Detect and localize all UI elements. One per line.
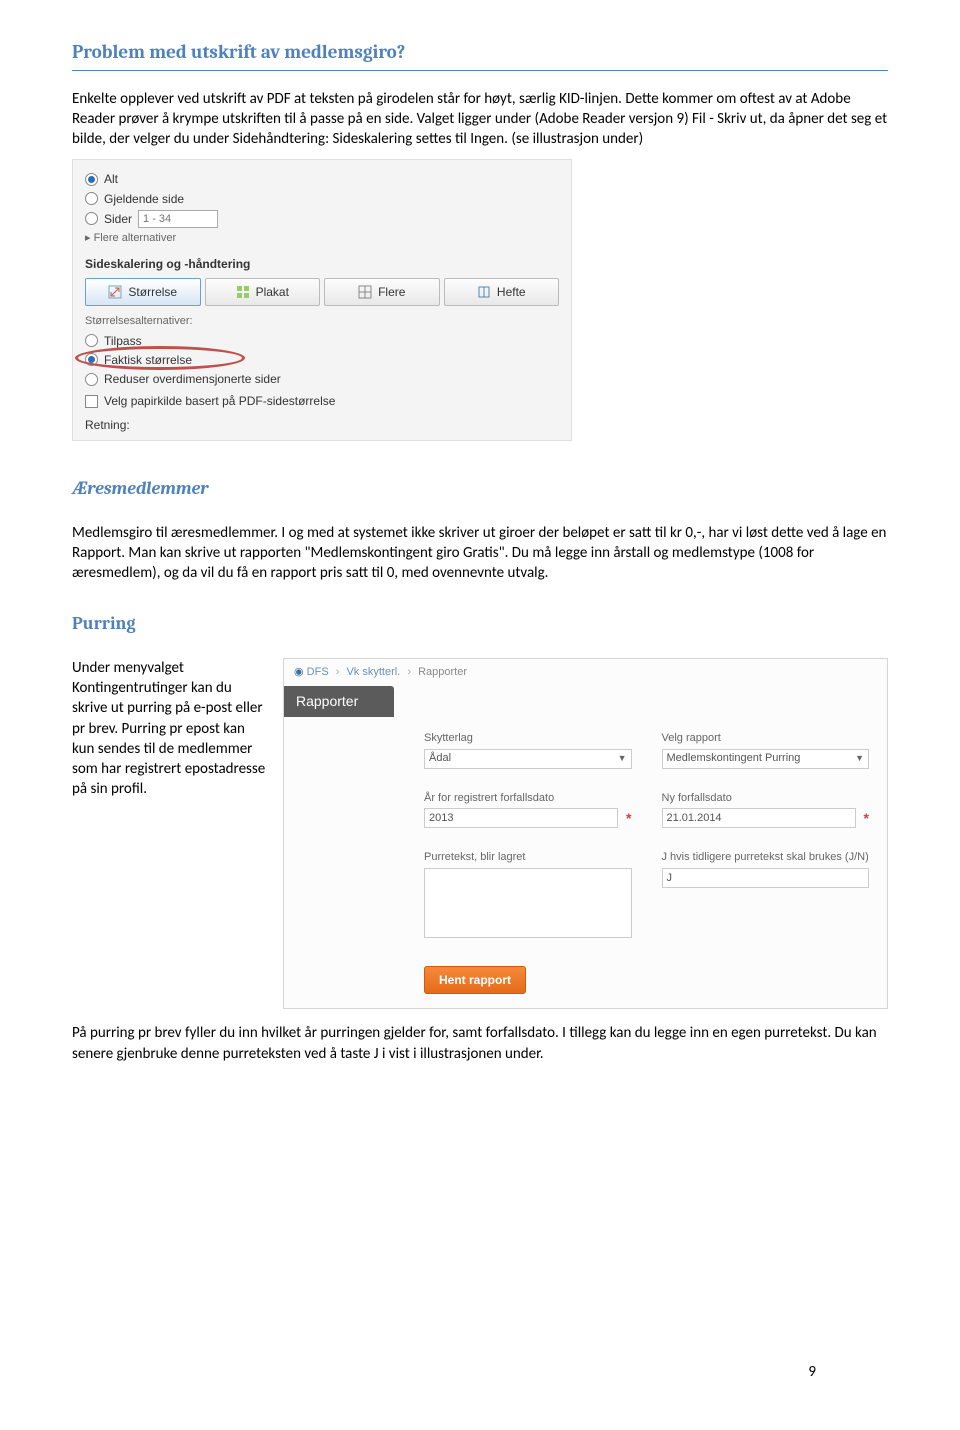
label-skytterlag: Skytterlag	[424, 731, 632, 746]
size-alternatives-label: Størrelsesalternativer:	[85, 314, 559, 329]
label-purretekst: Purretekst, blir lagret	[424, 850, 632, 865]
radio-label: Sider	[104, 211, 132, 227]
paragraph-problem: Enkelte opplever ved utskrift av PDF at …	[72, 89, 888, 150]
radio-icon	[85, 334, 98, 347]
radio-option-alt[interactable]: Alt	[85, 171, 559, 187]
heading-purring: Purring	[72, 612, 888, 636]
hent-rapport-button[interactable]: Hent rapport	[424, 966, 526, 994]
dropdown-skytterlag[interactable]: Ådal ▼	[424, 749, 632, 769]
breadcrumb-root[interactable]: DFS	[307, 666, 329, 678]
tab-booklet[interactable]: Hefte	[444, 278, 560, 306]
checkbox-icon	[85, 395, 98, 408]
checkbox-label: Velg papirkilde basert på PDF-sidestørre…	[104, 393, 335, 409]
paragraph-purring-below: På purring pr brev fyller du inn hvilket…	[72, 1023, 888, 1064]
input-ny-forfall[interactable]: 21.01.2014	[662, 808, 856, 828]
radio-label: Reduser overdimensjonerte sider	[104, 371, 281, 387]
tab-label: Hefte	[497, 284, 526, 300]
breadcrumb: ◉ DFS › Vk skytterl. › Rapporter	[284, 659, 887, 686]
label-ny-forfall: Ny forfallsdato	[662, 791, 856, 806]
radio-option-gjeldende[interactable]: Gjeldende side	[85, 191, 559, 207]
adobe-print-panel: Alt Gjeldende side Sider Flere alternati…	[72, 159, 572, 440]
breadcrumb-mid[interactable]: Vk skytterl.	[346, 666, 400, 678]
dropdown-value: Ådal	[429, 751, 451, 766]
tab-poster[interactable]: Plakat	[205, 278, 321, 306]
paragraph-aeresmedlemmer: Medlemsgiro til æresmedlemmer. I og med …	[72, 523, 888, 584]
radio-icon	[85, 373, 98, 386]
scaling-tab-row: Størrelse Plakat Flere Hefte	[85, 278, 559, 306]
label-aar: År for registrert forfallsdato	[424, 791, 618, 806]
required-asterisk: *	[864, 809, 869, 828]
tab-multiple[interactable]: Flere	[324, 278, 440, 306]
rapporter-panel: ◉ DFS › Vk skytterl. › Rapporter Rapport…	[283, 658, 888, 1009]
radio-label: Tilpass	[104, 333, 142, 349]
input-aar[interactable]: 2013	[424, 808, 618, 828]
panel-title: Rapporter	[284, 686, 394, 717]
scaling-heading: Sideskalering og -håndtering	[85, 256, 559, 272]
pages-range-input[interactable]	[138, 210, 218, 228]
multiple-icon	[358, 285, 372, 299]
heading-problem: Problem med utskrift av medlemsgiro?	[72, 40, 888, 66]
orientation-label: Retning:	[85, 417, 559, 433]
tab-label: Flere	[378, 284, 405, 300]
page-number: 9	[808, 1362, 816, 1382]
radio-option-tilpass[interactable]: Tilpass	[85, 333, 559, 349]
booklet-icon	[477, 285, 491, 299]
radio-label: Alt	[104, 171, 118, 187]
required-asterisk: *	[626, 809, 631, 828]
label-j-hvis: J hvis tidligere purretekst skal brukes …	[662, 850, 870, 865]
radio-icon	[85, 173, 98, 186]
radio-icon	[85, 192, 98, 205]
heading-underline	[72, 70, 888, 71]
radio-option-faktisk[interactable]: Faktisk størrelse	[85, 352, 559, 368]
input-value: 21.01.2014	[667, 811, 722, 826]
purring-aside-text: Under menyvalget Kontingentrutinger kan …	[72, 658, 267, 800]
radio-label: Faktisk størrelse	[104, 352, 192, 368]
heading-aeresmedlemmer: Æresmedlemmer	[72, 477, 888, 501]
input-j[interactable]: J	[662, 868, 870, 888]
input-value: J	[667, 871, 673, 886]
radio-option-sider[interactable]: Sider	[85, 210, 559, 228]
chevron-down-icon: ▼	[618, 752, 627, 764]
radio-icon	[85, 212, 98, 225]
chevron-down-icon: ▼	[855, 752, 864, 764]
more-options-disclosure[interactable]: Flere alternativer	[85, 231, 559, 246]
radio-option-reduser[interactable]: Reduser overdimensjonerte sider	[85, 371, 559, 387]
radio-icon	[85, 353, 98, 366]
dropdown-value: Medlemskontingent Purring	[667, 751, 801, 766]
input-value: 2013	[429, 811, 453, 826]
breadcrumb-home-icon: ◉	[294, 666, 304, 678]
tab-label: Plakat	[256, 284, 289, 300]
checkbox-papirkilde[interactable]: Velg papirkilde basert på PDF-sidestørre…	[85, 393, 559, 409]
tab-label: Størrelse	[128, 284, 177, 300]
textarea-purretekst[interactable]	[424, 868, 632, 938]
dropdown-velg-rapport[interactable]: Medlemskontingent Purring ▼	[662, 749, 870, 769]
label-velg-rapport: Velg rapport	[662, 731, 870, 746]
breadcrumb-leaf: Rapporter	[418, 666, 467, 678]
size-icon	[108, 285, 122, 299]
tab-size[interactable]: Størrelse	[85, 278, 201, 306]
poster-icon	[236, 285, 250, 299]
radio-label: Gjeldende side	[104, 191, 184, 207]
